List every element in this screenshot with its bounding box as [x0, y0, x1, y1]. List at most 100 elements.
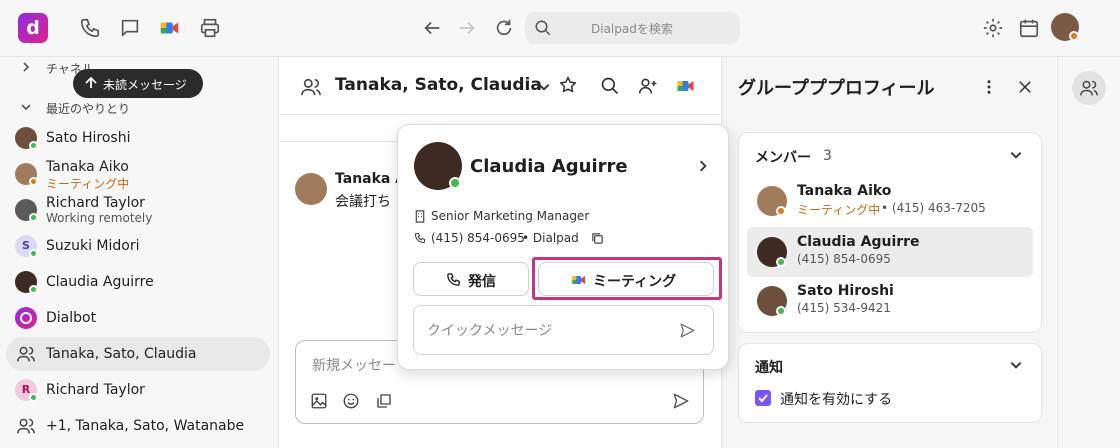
sidebar: チャネル 最近のやりとり Sato Hiroshi Tanaka Aiko ミー… — [0, 57, 279, 448]
sidebar-item-label: Claudia Aguirre — [46, 274, 154, 290]
status-dot — [29, 213, 38, 222]
image-icon[interactable] — [310, 392, 328, 410]
settings-gear-icon[interactable] — [982, 17, 1004, 39]
message-icon[interactable] — [119, 17, 141, 39]
notifications-label: 通知 — [755, 360, 783, 376]
chat-title[interactable]: Tanaka, Sato, Claudia — [335, 75, 542, 95]
unread-messages-tooltip[interactable]: 未読メッセージ — [73, 69, 203, 98]
printer-icon[interactable] — [199, 17, 221, 39]
group-icon — [16, 417, 36, 435]
sidebar-item-label: Tanaka Aiko — [46, 159, 129, 175]
members-count: 3 — [823, 148, 832, 164]
member-row[interactable]: Sato Hiroshi (415) 534-9421 — [747, 278, 1033, 326]
quick-message-input[interactable]: クイックメッセージ — [413, 305, 714, 355]
forward-arrow-icon[interactable] — [456, 17, 478, 39]
member-name: Claudia Aguirre — [797, 234, 920, 250]
phone-icon — [446, 272, 461, 287]
tooltip-label: 未読メッセージ — [103, 78, 187, 92]
group-profile-panel: グループププロフィール メンバー 3 Tanaka Aiko ミーティング中 •… — [721, 57, 1056, 448]
sidebar-item-label: Tanaka, Sato, Claudia — [46, 346, 197, 362]
status-dot — [29, 285, 38, 294]
meetings-video-icon[interactable] — [676, 76, 696, 96]
meetings-video-icon — [571, 272, 587, 288]
call-button-label: 発信 — [468, 274, 496, 290]
group-icon — [300, 77, 322, 97]
user-status-dot — [1069, 31, 1079, 41]
sidebar-item-richard-taylor[interactable]: Richard Taylor Working remotely — [6, 193, 270, 227]
phone-suffix: • Dialpad — [522, 231, 579, 245]
star-icon[interactable] — [558, 75, 578, 95]
phone-icon[interactable] — [79, 17, 101, 39]
sidebar-item-dialbot[interactable]: Dialbot — [6, 301, 270, 335]
right-rail — [1057, 57, 1120, 448]
contact-name[interactable]: Claudia Aguirre — [470, 156, 628, 177]
copy-icon[interactable] — [591, 232, 604, 245]
member-status: ミーティング中 — [797, 203, 881, 217]
phone-icon — [414, 232, 426, 244]
send-icon[interactable] — [679, 322, 696, 339]
message-text: 会議打ち — [335, 194, 391, 210]
notifications-card: 通知 通知を有効にする — [738, 343, 1042, 423]
group-profile-toggle[interactable] — [1072, 71, 1106, 105]
recent-label: 最近のやりとり — [46, 102, 131, 116]
sidebar-item-sato-hiroshi[interactable]: Sato Hiroshi — [6, 121, 270, 155]
call-button[interactable]: 発信 — [413, 262, 529, 296]
back-arrow-icon[interactable] — [421, 17, 443, 39]
notifications-checkbox[interactable] — [755, 390, 771, 406]
meeting-button[interactable]: ミーティング — [538, 262, 714, 296]
chevron-down-icon[interactable] — [20, 101, 32, 113]
sidebar-item-label: +1, Tanaka, Sato, Watanabe — [46, 418, 245, 434]
sidebar-item-label: Suzuki Midori — [46, 238, 140, 254]
meeting-button-label: ミーティング — [593, 274, 677, 290]
status-dot — [29, 249, 38, 258]
member-row[interactable]: Tanaka Aiko ミーティング中 • (415) 463-7205 — [747, 178, 1033, 226]
quick-message-placeholder: クイックメッセージ — [427, 323, 553, 339]
sidebar-item-tanaka-aiko[interactable]: Tanaka Aiko ミーティング中 — [6, 157, 270, 191]
compose-placeholder: 新規メッセー — [312, 358, 396, 374]
search-icon — [534, 19, 552, 37]
emoji-icon[interactable] — [342, 392, 360, 410]
chevron-down-icon[interactable] — [1009, 148, 1023, 162]
members-card: メンバー 3 Tanaka Aiko ミーティング中 • (415) 463-7… — [738, 132, 1042, 333]
sidebar-item-group-tanaka-sato-claudia[interactable]: Tanaka, Sato, Claudia — [6, 337, 270, 371]
status-dot — [449, 177, 461, 189]
sidebar-item-richard-taylor-2[interactable]: R Richard Taylor — [6, 373, 270, 407]
message-sender: Tanaka A — [335, 171, 407, 187]
search-icon[interactable] — [600, 76, 620, 96]
sidebar-item-suzuki-midori[interactable]: S Suzuki Midori — [6, 229, 270, 263]
divider — [280, 114, 720, 115]
sidebar-item-claudia-aguirre[interactable]: Claudia Aguirre — [6, 265, 270, 299]
chevron-down-icon[interactable] — [1009, 358, 1023, 372]
sidebar-item-group-plus1[interactable]: +1, Tanaka, Sato, Watanabe — [6, 409, 270, 443]
contact-phone[interactable]: (415) 854-0695 — [431, 231, 525, 245]
top-bar: d Dialpadを検索 — [0, 0, 1120, 57]
meetings-video-icon[interactable] — [159, 17, 181, 39]
member-row[interactable]: Claudia Aguirre (415) 854-0695 — [747, 227, 1033, 277]
snippet-icon[interactable] — [375, 392, 393, 410]
dialbot-icon — [15, 307, 37, 329]
sidebar-item-label: Dialbot — [46, 310, 97, 326]
notifications-checkbox-label[interactable]: 通知を有効にする — [780, 389, 892, 409]
more-vertical-icon[interactable] — [980, 78, 998, 96]
dialpad-logo[interactable]: d — [18, 13, 48, 43]
status-dot — [776, 257, 786, 267]
members-label: メンバー — [755, 150, 811, 166]
status-dot — [776, 206, 786, 216]
search-bar[interactable]: Dialpadを検索 — [525, 12, 740, 44]
chevron-right-icon[interactable] — [20, 61, 32, 73]
member-phone: • (415) 463-7205 — [881, 201, 986, 215]
close-icon[interactable] — [1016, 78, 1034, 96]
add-person-icon[interactable] — [638, 76, 658, 96]
contact-popup: Claudia Aguirre Senior Marketing Manager… — [397, 124, 729, 370]
avatar — [295, 173, 327, 205]
chevron-right-icon[interactable] — [696, 159, 710, 173]
status-dot — [29, 177, 38, 186]
chevron-down-icon[interactable] — [537, 80, 551, 94]
search-placeholder: Dialpadを検索 — [591, 22, 673, 36]
send-icon[interactable] — [672, 392, 690, 410]
sidebar-item-label: Sato Hiroshi — [46, 130, 131, 146]
member-phone: (415) 534-9421 — [797, 301, 891, 315]
refresh-icon[interactable] — [493, 17, 515, 39]
member-name: Sato Hiroshi — [797, 283, 894, 299]
calendar-icon[interactable] — [1018, 17, 1040, 39]
